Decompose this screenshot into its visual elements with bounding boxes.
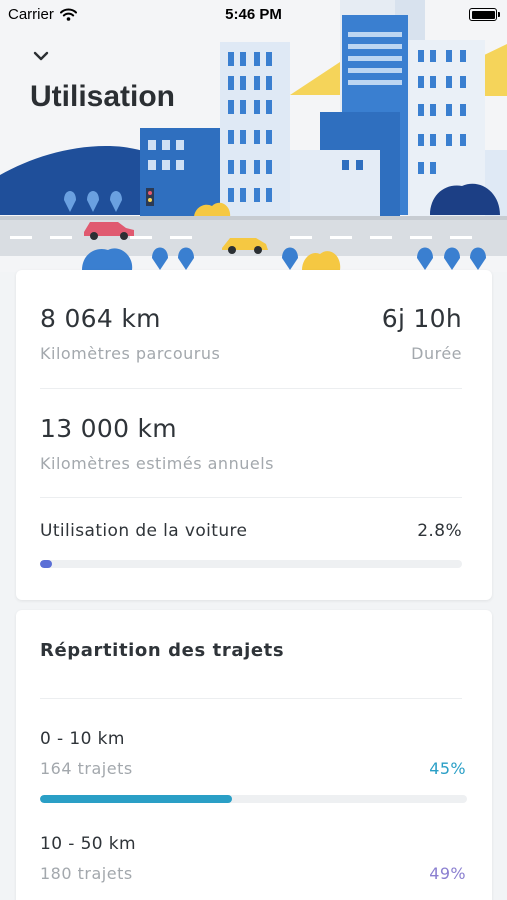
trip-progress-fill xyxy=(40,795,233,803)
trip-distribution-card: Répartition des trajets 0 - 10 km 164 tr… xyxy=(16,610,492,900)
distance-label: Kilomètres parcourus xyxy=(40,344,221,363)
chevron-down-icon[interactable] xyxy=(30,46,52,66)
distance-value: 8 064 km xyxy=(40,304,161,333)
usage-percent: 2.8% xyxy=(417,521,462,541)
divider xyxy=(40,388,462,389)
city-illustration xyxy=(0,0,507,270)
usage-progress-fill xyxy=(40,560,52,568)
trip-progress-track xyxy=(40,795,467,803)
annual-label: Kilomètres estimés annuels xyxy=(40,454,274,473)
trip-count: 180 trajets xyxy=(40,864,133,883)
usage-label: Utilisation de la voiture xyxy=(40,521,248,541)
section-title: Répartition des trajets xyxy=(40,640,285,661)
duration-label: Durée xyxy=(411,344,462,363)
page-title: Utilisation xyxy=(30,80,176,113)
trip-percent: 45% xyxy=(429,759,466,778)
divider xyxy=(40,497,462,498)
usage-stats-card: 8 064 km Kilomètres parcourus 6j 10h Dur… xyxy=(16,270,492,600)
duration-value: 6j 10h xyxy=(381,304,462,333)
trip-percent: 49% xyxy=(429,864,466,883)
status-bar: Carrier 5:46 PM xyxy=(0,0,507,30)
status-time: 5:46 PM xyxy=(225,6,282,23)
trip-range: 10 - 50 km xyxy=(40,834,137,854)
trip-count: 164 trajets xyxy=(40,759,133,778)
header-illustration: Utilisation xyxy=(0,0,507,272)
trip-range: 0 - 10 km xyxy=(40,729,125,749)
annual-value: 13 000 km xyxy=(40,414,177,443)
divider xyxy=(40,698,462,699)
usage-progress-track xyxy=(40,560,462,568)
battery-icon xyxy=(469,8,500,21)
